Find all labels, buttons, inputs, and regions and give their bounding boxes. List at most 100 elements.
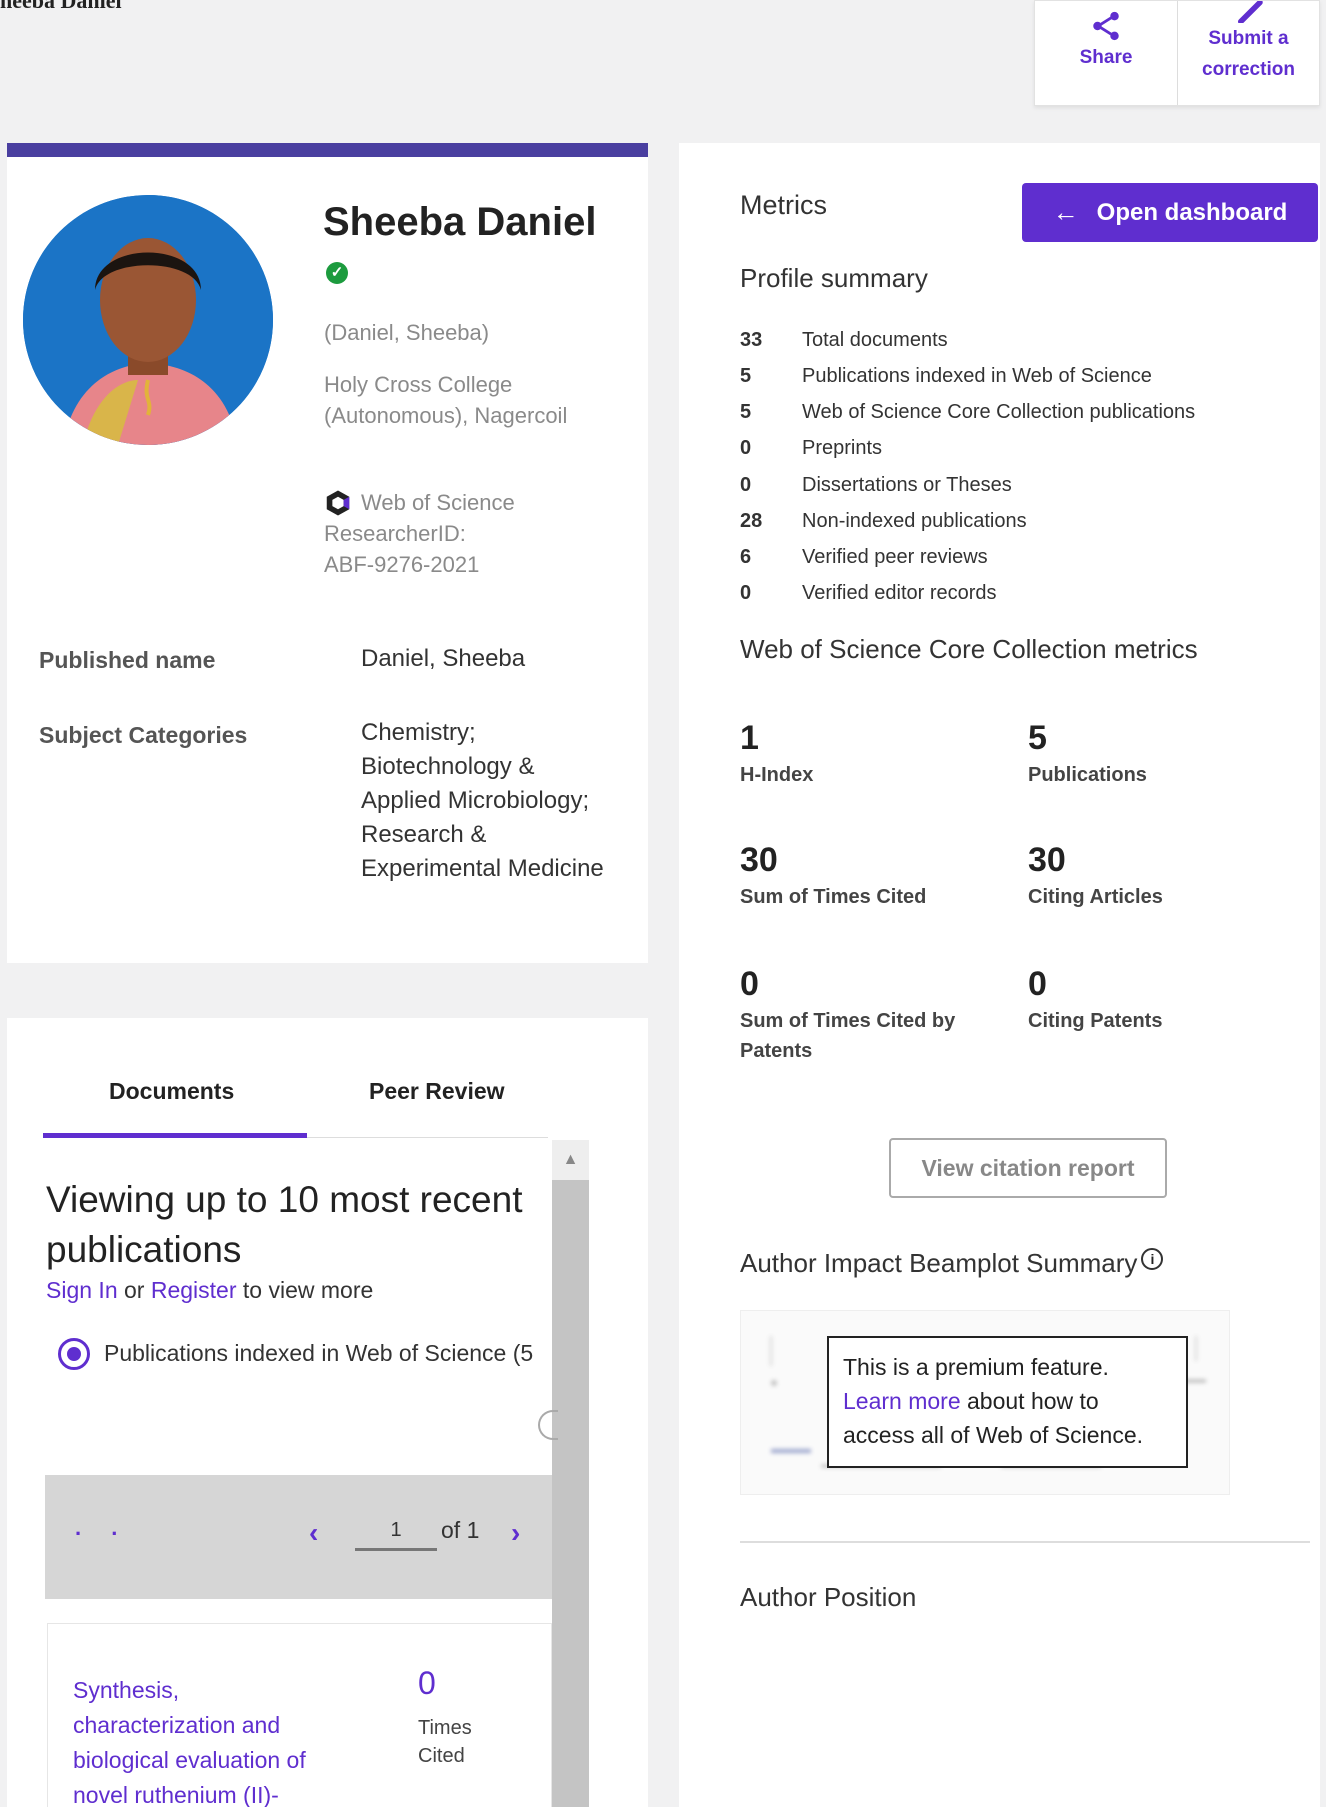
summary-count: 28 [740,510,763,532]
published-name-value: Daniel, Sheeba [361,645,526,672]
summary-row: 5 Web of Science Core Collection publicat… [740,401,1195,424]
affiliation-line-1: Holy Cross College [324,372,513,397]
alt-name: (Daniel, Sheeba) [324,320,490,345]
summary-label: Total documents [802,329,948,351]
researcher-id-block: ResearcherID: ABF-9276-2021 [324,518,479,580]
beamplot-heading: Author Impact Beamplot Summary i [740,1248,1164,1279]
avatar [23,195,273,445]
web-of-science-logo-icon [326,490,350,515]
times-cited-label-line: Cited [418,1745,465,1767]
wos-brand-label: Web of Science [361,490,515,515]
metric-label: Citing Articles [1028,886,1163,908]
info-icon[interactable]: i [1141,1248,1164,1270]
premium-line-2: Learn more about how to [843,1384,1172,1418]
profile-photo [23,195,273,445]
profile-summary-title: Profile summary [740,263,928,293]
summary-label: Verified editor records [802,582,997,604]
summary-count: 5 [740,401,752,423]
summary-label: Web of Science Core Collection publicati… [802,401,1196,423]
subject-categories-list: Chemistry; Biotechnology & Applied Micro… [361,716,604,886]
wos-brand: Web of Science [323,487,515,518]
researcher-id-label: ResearcherID: [324,521,466,546]
metric-h-index: 1 H-Index [740,719,813,790]
subject-category: Applied Microbiology; [361,787,590,814]
submit-correction-button[interactable]: Submit a correction [1177,1,1319,105]
researcher-id: ABF-9276-2021 [324,552,480,577]
learn-more-link[interactable]: Learn more [843,1388,961,1414]
scrollbar[interactable] [552,1140,589,1807]
metric-value: 30 [740,841,778,879]
scroll-up-icon[interactable]: ▲ [552,1140,589,1180]
sign-in-link[interactable]: Sign In [46,1277,118,1303]
subject-categories-label: Subject Categories [39,722,248,748]
divider [740,1541,1310,1543]
summary-label: Non-indexed publications [802,510,1027,532]
metric-value: 5 [1028,719,1047,757]
share-icon [1093,11,1119,41]
previous-page-icon[interactable]: ‹ [309,1517,318,1549]
subject-category: Research & [361,821,487,848]
page: heeba Daniel Share Submit a correction S… [0,0,1326,1807]
page-of-total: of 1 [441,1517,480,1543]
pager-dots: . . [75,1515,130,1540]
publication-title-line: characterization and [73,1712,281,1738]
author-position-title: Author Position [740,1582,917,1612]
summary-row: 6 Verified peer reviews [740,546,988,569]
metrics-title: Metrics [740,190,827,220]
publication-title-line: biological evaluation of [73,1747,306,1773]
affiliation-line-2: (Autonomous), Nagercoil [324,403,568,428]
summary-row: 28 Non-indexed publications [740,510,1027,533]
open-dashboard-button[interactable]: ← Open dashboard [1022,183,1318,242]
metric-label: Sum of Times Cited [740,886,927,908]
times-cited-block: 0 Times Cited [418,1665,472,1770]
summary-count: 0 [740,582,752,604]
times-cited-count[interactable]: 0 [418,1665,472,1702]
times-cited-label: Times Cited [418,1714,472,1770]
beamplot-title: Author Impact Beamplot Summary [740,1248,1138,1278]
summary-label: Preprints [802,437,883,459]
summary-label: Publications indexed in Web of Science [802,365,1152,387]
register-link[interactable]: Register [151,1277,237,1303]
premium-line-2-text: about how to [960,1388,1099,1414]
profile-name: Sheeba Daniel [323,200,597,244]
summary-row: 0 Verified editor records [740,582,997,605]
metric-label: H-Index [740,764,814,786]
arrow-left-icon: ← [1052,197,1079,227]
view-citation-report-button[interactable]: View citation report [889,1138,1167,1198]
published-name-label: Published name [39,647,216,673]
premium-line-3: access all of Web of Science. [843,1422,1143,1448]
metric-value: 30 [1028,841,1066,879]
page-number-input[interactable]: 1 [355,1519,437,1551]
core-metrics-title: Web of Science Core Collection metrics [740,634,1198,664]
times-cited-label-line: Times [418,1717,472,1739]
affiliation: Holy Cross College (Autonomous), Nagerco… [324,369,567,431]
metric-value: 0 [740,965,759,1003]
summary-row: 0 Preprints [740,437,882,460]
subject-category: Biotechnology & [361,753,535,780]
tab-documents[interactable]: Documents [109,1078,234,1105]
publication-title-line: Synthesis, [73,1677,180,1703]
metric-sum-times-cited: 30 Sum of Times Cited [740,841,926,912]
summary-label: Verified peer reviews [802,546,988,568]
metric-label: Citing Patents [1028,1010,1163,1032]
metric-citing-articles: 30 Citing Articles [1028,841,1163,912]
subject-category: Experimental Medicine [361,855,604,882]
sign-in-prompt: Sign In or Register to view more [46,1277,373,1304]
subject-category: Chemistry; [361,719,476,746]
publications-radio[interactable] [58,1338,90,1370]
tab-peer-review[interactable]: Peer Review [369,1078,505,1105]
summary-count: 6 [740,546,752,568]
share-button[interactable]: Share [1035,1,1177,105]
metric-publications: 5 Publications [1028,719,1147,790]
summary-count: 33 [740,329,763,351]
summary-row: 33 Total documents [740,329,948,352]
metric-value: 1 [740,719,759,757]
metric-label: Publications [1028,764,1147,786]
premium-line-1: This is a premium feature. [843,1354,1109,1380]
pencil-icon [1237,1,1263,23]
to-view-more-text: to view more [236,1277,374,1303]
verified-check-icon: ✓ [326,262,348,284]
publication-title-link[interactable]: Synthesis, characterization and biologic… [73,1673,363,1807]
metric-label: Sum of Times Cited by Patents [740,1010,956,1062]
next-page-icon[interactable]: › [511,1517,520,1549]
